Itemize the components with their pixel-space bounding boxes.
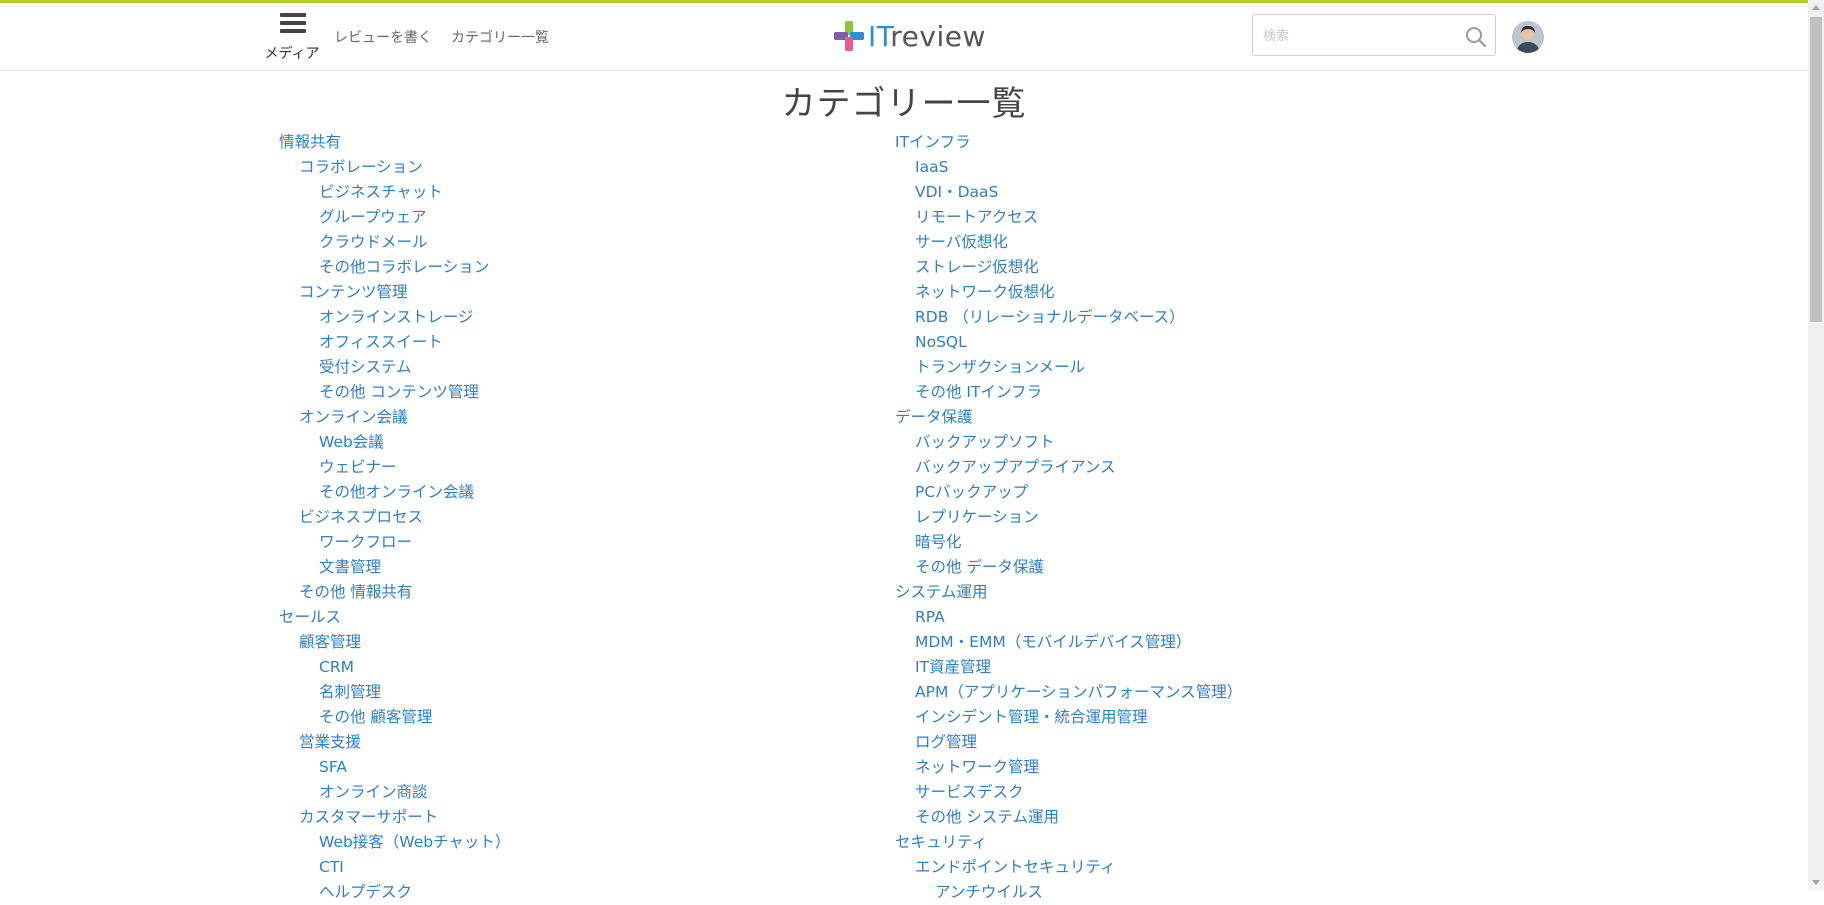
sub-subcategory-link[interactable]: その他オンライン会議 <box>279 480 510 505</box>
user-avatar[interactable] <box>1512 21 1544 53</box>
subcategory-link[interactable]: ログ管理 <box>895 730 1242 755</box>
search-input[interactable] <box>1261 21 1455 51</box>
sub-subcategory-link[interactable]: オフィススイート <box>279 330 510 355</box>
sub-subcategory-link[interactable]: Web会議 <box>279 430 510 455</box>
subcategory-link[interactable]: リモートアクセス <box>895 205 1242 230</box>
subcategory-link[interactable]: インシデント管理・統合運用管理 <box>895 705 1242 730</box>
sub-subcategory-link[interactable]: CRM <box>279 655 510 680</box>
subcategory-link[interactable]: ビジネスプロセス <box>279 505 510 530</box>
subcategory-link[interactable]: ストレージ仮想化 <box>895 255 1242 280</box>
subcategory-link[interactable]: 営業支援 <box>279 730 510 755</box>
category-column-right: ITインフラ IaaS VDI・DaaS リモートアクセス サーバ仮想化 ストレージ仮想化… <box>895 130 1242 905</box>
logo-wordmark: ITreview <box>868 20 986 53</box>
subcategory-link[interactable]: IaaS <box>895 155 1242 180</box>
sub-subcategory-link[interactable]: 文書管理 <box>279 555 510 580</box>
sub-subcategory-link[interactable]: その他 顧客管理 <box>279 705 510 730</box>
subcategory-link[interactable]: その他 データ保護 <box>895 555 1242 580</box>
search-icon[interactable] <box>1465 26 1487 48</box>
subcategory-link[interactable]: エンドポイントセキュリティ <box>895 855 1242 880</box>
sub-subcategory-link[interactable]: Web接客（Webチャット） <box>279 830 510 855</box>
sub-subcategory-link[interactable]: ビジネスチャット <box>279 180 510 205</box>
subcategory-link[interactable]: その他 情報共有 <box>279 580 510 605</box>
subcategory-link[interactable]: トランザクションメール <box>895 355 1242 380</box>
subcategory-link[interactable]: PCバックアップ <box>895 480 1242 505</box>
subcategory-link[interactable]: カスタマーサポート <box>279 805 510 830</box>
subcategory-link[interactable]: その他 システム運用 <box>895 805 1242 830</box>
hamburger-icon <box>280 13 306 35</box>
subcategory-link[interactable]: VDI・DaaS <box>895 180 1242 205</box>
sub-subcategory-link[interactable]: 受付システム <box>279 355 510 380</box>
subcategory-link[interactable]: MDM・EMM（モバイルデバイス管理） <box>895 630 1242 655</box>
sub-subcategory-link[interactable]: アンチウイルス <box>895 880 1242 905</box>
sub-subcategory-link[interactable]: ワークフロー <box>279 530 510 555</box>
category-link[interactable]: 情報共有 <box>279 130 510 155</box>
logo-plus-icon <box>834 21 864 51</box>
sub-subcategory-link[interactable]: その他 コンテンツ管理 <box>279 380 510 405</box>
scroll-down-icon[interactable] <box>1812 880 1820 885</box>
sub-subcategory-link[interactable]: その他コラボレーション <box>279 255 510 280</box>
subcategory-link[interactable]: APM（アプリケーションパフォーマンス管理） <box>895 680 1242 705</box>
category-link[interactable]: システム運用 <box>895 580 1242 605</box>
sub-subcategory-link[interactable]: ウェビナー <box>279 455 510 480</box>
sub-subcategory-link[interactable]: グループウェア <box>279 205 510 230</box>
sub-subcategory-link[interactable]: 名刺管理 <box>279 680 510 705</box>
subcategory-link[interactable]: オンライン会議 <box>279 405 510 430</box>
itreview-logo[interactable]: ITreview <box>834 17 994 57</box>
subcategory-link[interactable]: RPA <box>895 605 1242 630</box>
search-box <box>1252 14 1496 56</box>
subcategory-link[interactable]: バックアップソフト <box>895 430 1242 455</box>
scroll-up-icon[interactable] <box>1812 5 1820 10</box>
write-review-link[interactable]: レビューを書く <box>334 27 432 47</box>
sub-subcategory-link[interactable]: SFA <box>279 755 510 780</box>
subcategory-link[interactable]: NoSQL <box>895 330 1242 355</box>
media-menu-label: メディア <box>264 46 320 62</box>
subcategory-link[interactable]: サーバ仮想化 <box>895 230 1242 255</box>
category-link[interactable]: セキュリティ <box>895 830 1242 855</box>
sub-subcategory-link[interactable]: ヘルプデスク <box>279 880 510 905</box>
category-column-left: 情報共有 コラボレーション ビジネスチャット グループウェア クラウドメール その他コラボ… <box>279 130 510 905</box>
sub-subcategory-link[interactable]: オンラインストレージ <box>279 305 510 330</box>
sub-subcategory-link[interactable]: CTI <box>279 855 510 880</box>
scrollbar-thumb[interactable] <box>1810 17 1822 322</box>
subcategory-link[interactable]: サービスデスク <box>895 780 1242 805</box>
page-title: カテゴリー一覧 <box>781 84 1027 124</box>
sub-subcategory-link[interactable]: オンライン商談 <box>279 780 510 805</box>
media-menu-button[interactable]: メディア <box>262 13 322 65</box>
category-link[interactable]: セールス <box>279 605 510 630</box>
subcategory-link[interactable]: コラボレーション <box>279 155 510 180</box>
subcategory-link[interactable]: ネットワーク管理 <box>895 755 1242 780</box>
subcategory-link[interactable]: バックアップアプライアンス <box>895 455 1242 480</box>
subcategory-link[interactable]: 顧客管理 <box>279 630 510 655</box>
category-link[interactable]: データ保護 <box>895 405 1242 430</box>
page-scrollbar[interactable] <box>1808 0 1824 890</box>
sub-subcategory-link[interactable]: クラウドメール <box>279 230 510 255</box>
category-link[interactable]: ITインフラ <box>895 130 1242 155</box>
subcategory-link[interactable]: コンテンツ管理 <box>279 280 510 305</box>
subcategory-link[interactable]: RDB （リレーショナルデータベース） <box>895 305 1242 330</box>
category-list-link[interactable]: カテゴリー一覧 <box>451 27 549 47</box>
subcategory-link[interactable]: 暗号化 <box>895 530 1242 555</box>
site-header: メディア レビューを書く カテゴリー一覧 ITreview <box>0 3 1808 71</box>
subcategory-link[interactable]: レプリケーション <box>895 505 1242 530</box>
subcategory-link[interactable]: ネットワーク仮想化 <box>895 280 1242 305</box>
subcategory-link[interactable]: その他 ITインフラ <box>895 380 1242 405</box>
subcategory-link[interactable]: IT資産管理 <box>895 655 1242 680</box>
